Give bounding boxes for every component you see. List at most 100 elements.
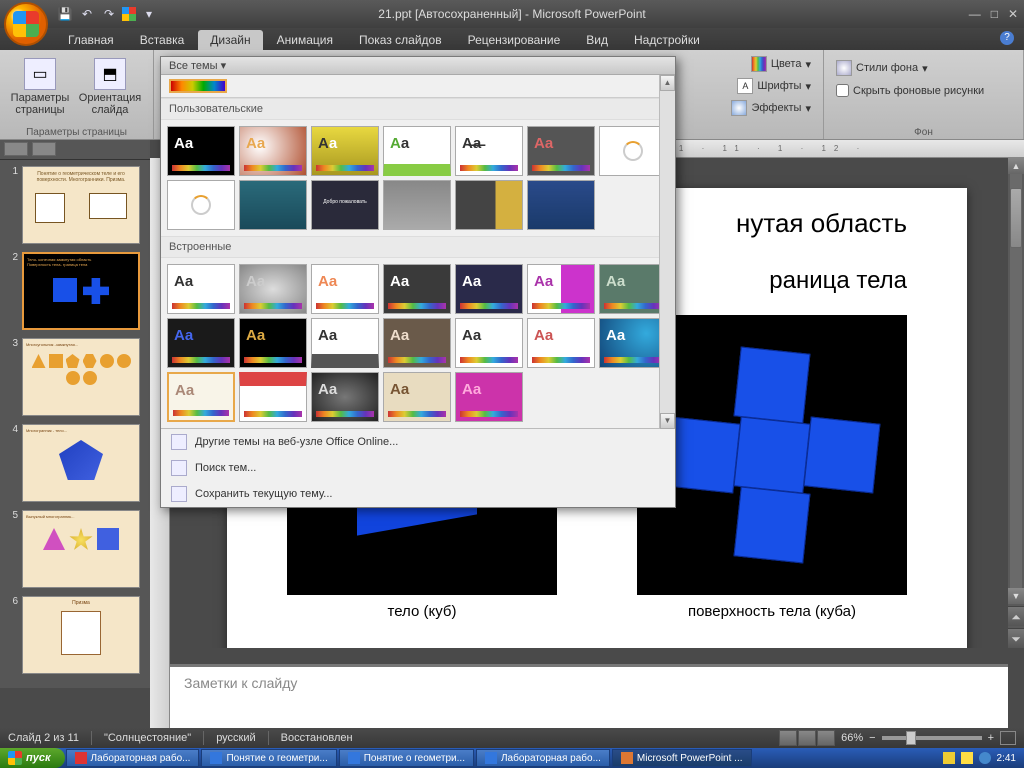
theme-item[interactable]: Aa [455, 318, 523, 368]
maximize-button[interactable]: □ [991, 7, 998, 21]
next-slide-button[interactable]: ⏷ [1008, 628, 1024, 648]
more-themes-online[interactable]: Другие темы на веб-узле Office Online... [161, 429, 675, 455]
start-button[interactable]: пуск [0, 748, 65, 768]
theme-item[interactable]: Aa [239, 264, 307, 314]
theme-item[interactable] [527, 180, 595, 230]
page-setup-icon: ▭ [24, 58, 56, 90]
slide-thumb-6[interactable]: 6Призма [6, 596, 144, 674]
zoom-out-button[interactable]: − [869, 732, 875, 744]
status-language[interactable]: русский [216, 732, 255, 744]
fit-to-window-button[interactable] [1000, 731, 1016, 745]
theme-item[interactable]: Aa [239, 372, 307, 422]
theme-item[interactable]: Aa [167, 264, 235, 314]
theme-item[interactable]: Aa [527, 318, 595, 368]
help-icon[interactable]: ? [1000, 31, 1014, 45]
close-button[interactable]: ✕ [1008, 7, 1018, 21]
theme-item[interactable]: Добро пожаловать [311, 180, 379, 230]
theme-item[interactable]: Aa [599, 264, 667, 314]
prev-slide-button[interactable]: ⏶ [1008, 606, 1024, 626]
theme-item[interactable]: Aa [527, 126, 595, 176]
gallery-current-theme[interactable] [161, 75, 675, 98]
tab-addins[interactable]: Надстройки [622, 30, 712, 50]
theme-item[interactable] [599, 126, 667, 176]
scroll-up-icon[interactable]: ▲ [1008, 158, 1024, 174]
redo-icon[interactable]: ↷ [100, 5, 118, 23]
theme-item[interactable]: Aa [239, 318, 307, 368]
theme-item[interactable]: Aa [455, 372, 523, 422]
theme-item[interactable]: Aa [599, 318, 667, 368]
theme-item[interactable]: Aa [527, 264, 595, 314]
tab-insert[interactable]: Вставка [128, 30, 197, 50]
slide-panel[interactable]: 1Понятие о геометрическом теле и его пов… [0, 160, 150, 688]
tab-review[interactable]: Рецензирование [456, 30, 573, 50]
browse-themes[interactable]: Поиск тем... [161, 455, 675, 481]
zoom-in-button[interactable]: + [988, 732, 994, 744]
undo-icon[interactable]: ↶ [78, 5, 96, 23]
zoom-slider[interactable] [882, 736, 982, 740]
theme-item[interactable]: Aa [167, 318, 235, 368]
task-item[interactable]: Microsoft PowerPoint ... [612, 749, 752, 767]
theme-item[interactable]: Aa [167, 372, 235, 422]
tray-weather-icon[interactable] [961, 752, 973, 764]
background-styles-button[interactable]: Стили фона ▾ [832, 58, 932, 78]
gallery-scroll-down-icon[interactable]: ▼ [660, 413, 675, 429]
theme-item[interactable]: Aa [311, 372, 379, 422]
slides-tab[interactable] [4, 142, 28, 156]
page-setup-button[interactable]: ▭ Параметры страницы [8, 54, 72, 116]
hide-bg-graphics-checkbox[interactable]: Скрыть фоновые рисунки [832, 82, 988, 99]
normal-view-button[interactable] [779, 730, 797, 746]
tab-view[interactable]: Вид [574, 30, 620, 50]
zoom-level[interactable]: 66% [841, 732, 863, 744]
save-icon[interactable]: 💾 [56, 5, 74, 23]
scroll-thumb[interactable] [1010, 188, 1022, 248]
notes-pane[interactable]: Заметки к слайду [170, 664, 1008, 728]
slide-thumb-5[interactable]: 5Выпуклый многогранник... [6, 510, 144, 588]
slideshow-view-button[interactable] [817, 730, 835, 746]
tab-animation[interactable]: Анимация [265, 30, 345, 50]
theme-item[interactable]: Aa [455, 264, 523, 314]
effects-button[interactable]: Эффекты ▾ [727, 98, 815, 118]
tray-shield-icon[interactable] [943, 752, 955, 764]
qat-app-icon[interactable] [122, 7, 136, 21]
theme-item[interactable]: Aa [311, 126, 379, 176]
sorter-view-button[interactable] [798, 730, 816, 746]
fonts-button[interactable]: AШрифты ▾ [733, 76, 815, 96]
minimize-button[interactable]: — [969, 7, 981, 21]
tray-network-icon[interactable] [979, 752, 991, 764]
theme-item[interactable] [167, 180, 235, 230]
task-item[interactable]: Лабораторная рабо... [476, 749, 610, 767]
slide-thumb-2[interactable]: 2Тело- конечная замкнутая областьПоверхн… [6, 252, 144, 330]
colors-button[interactable]: Цвета ▾ [747, 54, 815, 74]
slide-thumb-1[interactable]: 1Понятие о геометрическом теле и его пов… [6, 166, 144, 244]
theme-item[interactable]: A̶a̶ [455, 126, 523, 176]
tab-design[interactable]: Дизайн [198, 30, 262, 50]
scroll-down-icon[interactable]: ▼ [1008, 588, 1024, 604]
outline-tab[interactable] [32, 142, 56, 156]
gallery-scroll-up-icon[interactable]: ▲ [660, 75, 675, 91]
qat-dropdown-icon[interactable]: ▾ [140, 5, 158, 23]
slide-thumb-4[interactable]: 4Многогранник - тело... [6, 424, 144, 502]
theme-item[interactable] [455, 180, 523, 230]
save-current-theme[interactable]: Сохранить текущую тему... [161, 481, 675, 507]
theme-item[interactable] [383, 180, 451, 230]
gallery-scrollbar[interactable]: ▲ ▼ [659, 75, 675, 429]
theme-item[interactable]: Aa [383, 372, 451, 422]
slide-thumb-3[interactable]: 3Многоугольник -замкнутая... [6, 338, 144, 416]
tray-clock[interactable]: 2:41 [997, 753, 1016, 764]
theme-item[interactable]: Aa [167, 126, 235, 176]
theme-item[interactable]: Aa [383, 264, 451, 314]
task-item[interactable]: Лабораторная рабо... [66, 749, 200, 767]
task-item[interactable]: Понятие о геометри... [201, 749, 336, 767]
tab-slideshow[interactable]: Показ слайдов [347, 30, 454, 50]
slide-orientation-button[interactable]: ⬒ Ориентация слайда [78, 54, 142, 116]
office-button[interactable] [4, 2, 48, 46]
theme-item[interactable]: Aa [383, 126, 451, 176]
theme-item[interactable]: Aa [311, 318, 379, 368]
tab-home[interactable]: Главная [56, 30, 126, 50]
theme-item[interactable]: Aa [383, 318, 451, 368]
vertical-scrollbar[interactable]: ▲ ▼ ⏶ ⏷ [1008, 158, 1024, 648]
theme-item[interactable] [239, 180, 307, 230]
task-item[interactable]: Понятие о геометри... [339, 749, 474, 767]
theme-item[interactable]: Aa [311, 264, 379, 314]
theme-item[interactable]: Aa [239, 126, 307, 176]
